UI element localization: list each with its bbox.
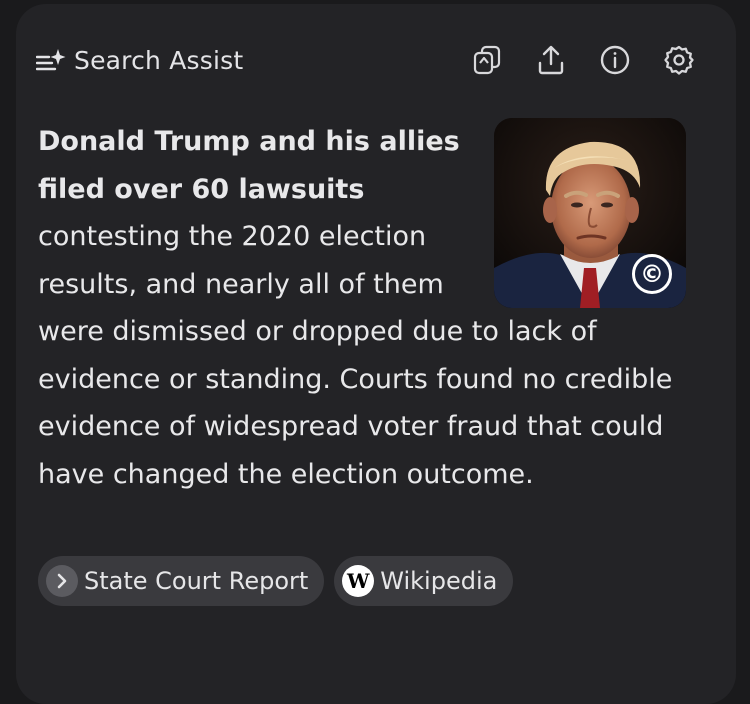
card-header: Search Assist xyxy=(36,40,696,80)
source-chips: State Court Report W Wikipedia xyxy=(38,556,523,606)
settings-icon[interactable] xyxy=(662,43,696,77)
copyright-badge: © xyxy=(632,254,672,294)
answer-text: © Donald Trump and his allies filed over… xyxy=(38,118,686,498)
share-icon[interactable] xyxy=(534,43,568,77)
answer-bold-text: Donald Trump and his allies filed over 6… xyxy=(38,126,460,205)
source-chip-wikipedia[interactable]: W Wikipedia xyxy=(334,556,514,606)
chevron-right-icon xyxy=(46,565,78,597)
source-chip-label: Wikipedia xyxy=(380,567,498,595)
brand: Search Assist xyxy=(36,40,243,80)
header-actions xyxy=(440,40,696,80)
source-chip-label: State Court Report xyxy=(84,567,309,595)
sparkle-list-icon xyxy=(36,46,66,74)
wikipedia-icon: W xyxy=(342,565,375,597)
info-icon[interactable] xyxy=(598,43,632,77)
copy-icon[interactable] xyxy=(470,43,504,77)
portrait-image[interactable]: © xyxy=(494,118,686,308)
source-chip-state-court-report[interactable]: State Court Report xyxy=(38,556,325,606)
brand-title: Search Assist xyxy=(74,45,244,75)
